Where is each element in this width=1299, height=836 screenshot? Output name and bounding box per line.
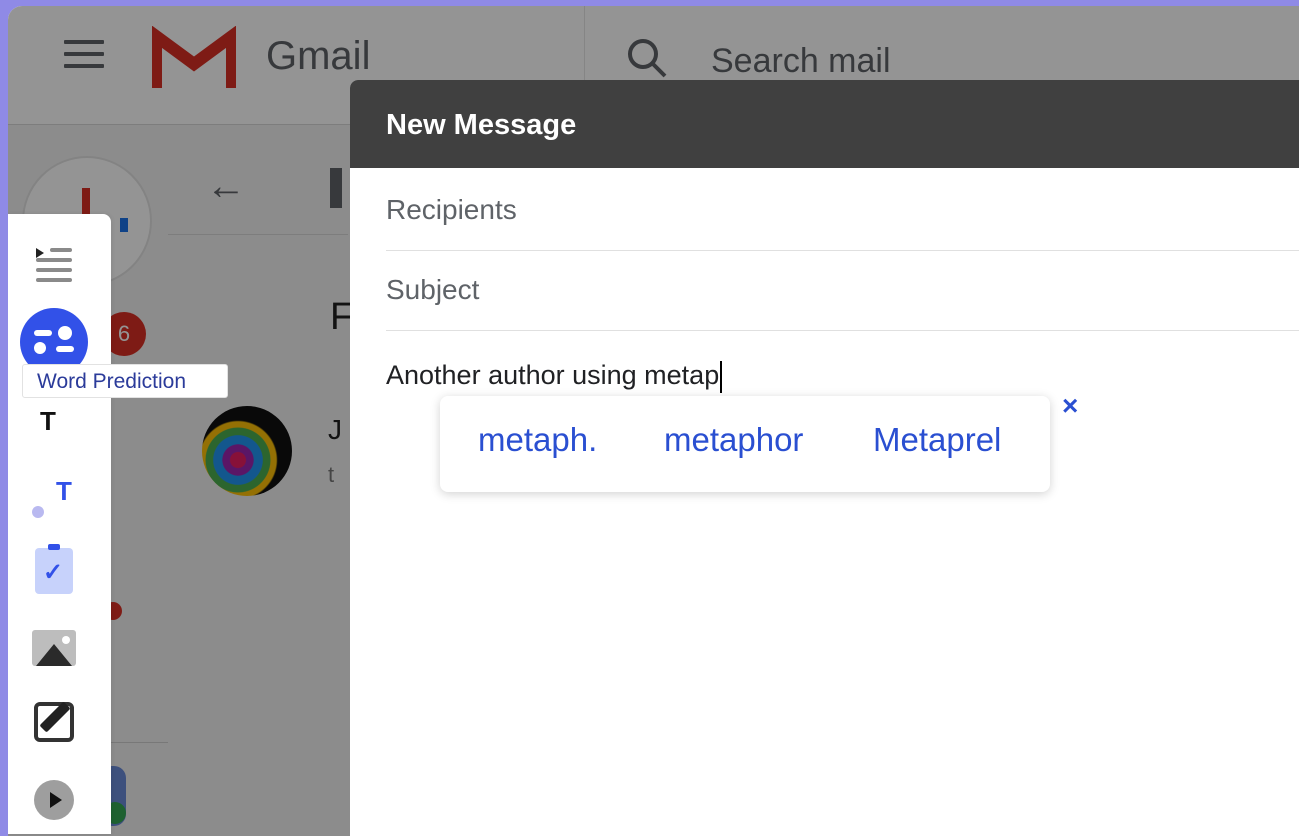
message-body-text: Another author using metap — [386, 360, 720, 390]
compose-title: New Message — [386, 109, 577, 141]
recipients-placeholder: Recipients — [386, 194, 517, 225]
text-tool-label: T — [40, 406, 56, 436]
subject-placeholder: Subject — [386, 274, 480, 305]
recipients-field[interactable]: Recipients — [386, 170, 1299, 251]
app-frame: Gmail Search mail ← F 6 J t New Message … — [8, 6, 1299, 836]
text-tool-label: T — [56, 476, 72, 506]
suggestion-item[interactable]: metaph. — [478, 421, 597, 459]
close-icon[interactable]: × — [1062, 390, 1078, 422]
word-suggestion-popup: metaph. metaphor Metaprel — [440, 396, 1050, 492]
compose-window: New Message Recipients Subject Another a… — [350, 80, 1299, 836]
suggestion-item[interactable]: metaphor — [664, 421, 803, 459]
word-prediction-tooltip: Word Prediction — [22, 364, 228, 398]
check-mark: ✓ — [43, 559, 64, 586]
message-body[interactable]: Another author using metap — [386, 360, 723, 393]
suggestion-item[interactable]: Metaprel — [873, 421, 1001, 459]
compose-header: New Message — [350, 80, 1299, 168]
subject-field[interactable]: Subject — [386, 250, 1299, 331]
text-caret — [720, 360, 723, 393]
